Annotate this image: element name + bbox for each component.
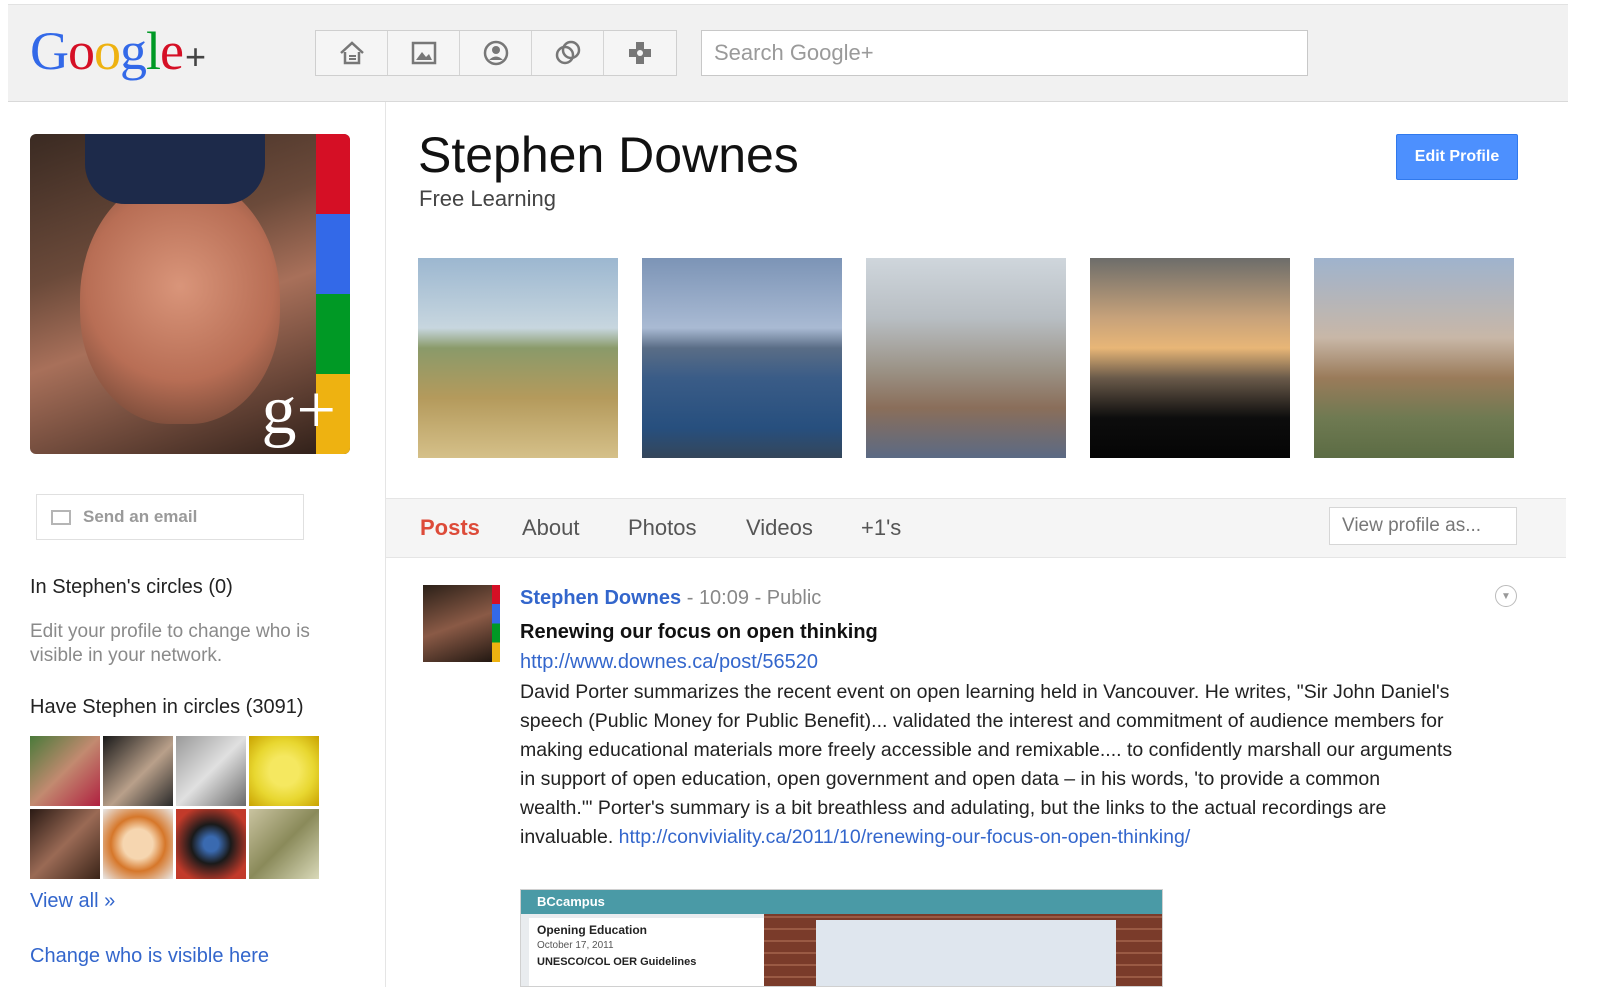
- profile-icon[interactable]: [460, 31, 532, 75]
- profile-photo-strip: [418, 258, 1514, 458]
- attachment-video-frame: [816, 920, 1116, 986]
- profile-tagline: Free Learning: [419, 186, 556, 211]
- tab-videos[interactable]: Videos: [746, 515, 813, 541]
- attachment-date: October 17, 2011: [537, 940, 614, 951]
- change-visible-link[interactable]: Change who is visible here: [30, 945, 269, 968]
- avatar-cap: [85, 134, 265, 204]
- profile-tabs: Posts About Photos Videos +1's View prof…: [386, 498, 1566, 558]
- attachment-title: Opening Education: [537, 923, 647, 937]
- member-avatar[interactable]: [103, 809, 173, 879]
- post-body-link[interactable]: http://conviviality.ca/2011/10/renewing-…: [619, 826, 1191, 848]
- logo-plus: +: [184, 36, 206, 77]
- google-color-stripes: [492, 585, 500, 662]
- post-attachment-preview[interactable]: BCcampus Opening Education October 17, 2…: [520, 889, 1163, 987]
- post-url-link[interactable]: http://www.downes.ca/post/56520: [520, 651, 818, 674]
- view-all-link[interactable]: View all »: [30, 890, 115, 913]
- member-avatar[interactable]: [30, 809, 100, 879]
- post-separator: -: [686, 587, 694, 609]
- in-circles-title: In Stephen's circles (0): [30, 576, 233, 598]
- profile-avatar[interactable]: g+: [30, 134, 350, 454]
- post-menu-chevron-icon[interactable]: ▼: [1495, 585, 1517, 607]
- post-header: Stephen Downes - 10:09 - Public: [520, 587, 821, 610]
- circles-icon[interactable]: [532, 31, 604, 75]
- avatar-face: [80, 174, 280, 424]
- member-avatar[interactable]: [30, 736, 100, 806]
- edit-profile-button[interactable]: Edit Profile: [1396, 134, 1518, 180]
- nav-buttons: [315, 30, 677, 76]
- view-profile-as-button[interactable]: View profile as...: [1329, 507, 1517, 545]
- photo-thumbnail[interactable]: [1314, 258, 1514, 458]
- tab-photos[interactable]: Photos: [628, 515, 697, 541]
- photo-thumbnail[interactable]: [642, 258, 842, 458]
- post-visibility[interactable]: Public: [767, 587, 821, 609]
- circle-members-grid: [30, 736, 322, 879]
- post-separator: -: [754, 587, 762, 609]
- photo-thumbnail[interactable]: [866, 258, 1066, 458]
- in-circles-note: Edit your profile to change who is visib…: [30, 621, 310, 666]
- games-icon[interactable]: [604, 31, 676, 75]
- attachment-brand: BCcampus: [521, 890, 1162, 914]
- member-avatar[interactable]: [249, 736, 319, 806]
- post-title: Renewing our focus on open thinking: [520, 621, 878, 643]
- post-body: David Porter summarizes the recent event…: [520, 678, 1455, 852]
- attachment-subtitle: UNESCO/COL OER Guidelines: [537, 956, 697, 968]
- avatar-badge: g+: [261, 372, 336, 449]
- member-avatar[interactable]: [249, 809, 319, 879]
- have-circles-title: Have Stephen in circles (3091): [30, 696, 304, 718]
- send-email-button[interactable]: Send an email: [36, 494, 304, 540]
- member-avatar[interactable]: [103, 736, 173, 806]
- post-author-avatar[interactable]: [423, 585, 500, 662]
- google-plus-logo[interactable]: Google+: [30, 21, 206, 87]
- search-input[interactable]: [701, 30, 1308, 76]
- post-body-text: David Porter summarizes the recent event…: [520, 681, 1453, 848]
- send-email-label: Send an email: [83, 507, 198, 526]
- left-sidebar: g+ Send an email In Stephen's circles (0…: [0, 102, 386, 987]
- photo-thumbnail[interactable]: [1090, 258, 1290, 458]
- mail-icon: [51, 509, 71, 525]
- home-icon[interactable]: [316, 31, 388, 75]
- tab-about[interactable]: About: [522, 515, 580, 541]
- post-author-link[interactable]: Stephen Downes: [520, 587, 681, 609]
- tab-plus-ones[interactable]: +1's: [861, 515, 901, 541]
- top-bar: Google+: [8, 4, 1568, 102]
- photos-icon[interactable]: [388, 31, 460, 75]
- tab-posts[interactable]: Posts: [420, 515, 480, 541]
- member-avatar[interactable]: [176, 736, 246, 806]
- photo-thumbnail[interactable]: [418, 258, 618, 458]
- attachment-card: Opening Education October 17, 2011 UNESC…: [529, 918, 764, 986]
- profile-name: Stephen Downes: [418, 127, 799, 183]
- member-avatar[interactable]: [176, 809, 246, 879]
- post-time[interactable]: 10:09: [699, 587, 749, 609]
